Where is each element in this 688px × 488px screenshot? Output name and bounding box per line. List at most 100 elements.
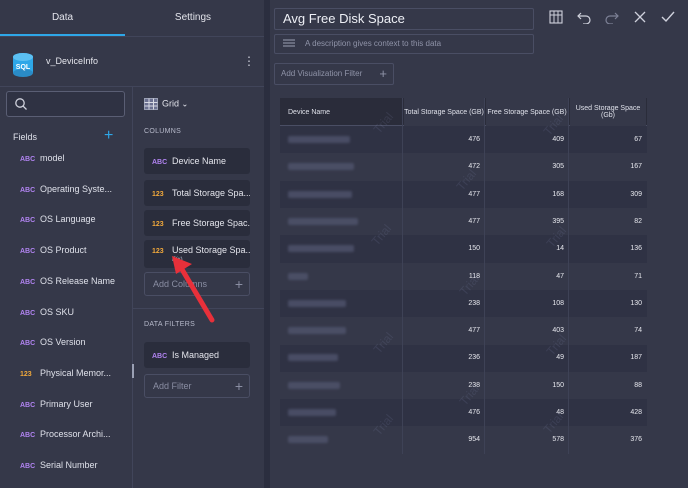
undo-icon[interactable]: [577, 10, 591, 24]
table-cell: 150: [468, 245, 480, 253]
table-cell: 71: [634, 272, 642, 280]
tab-data[interactable]: Data: [0, 0, 125, 36]
field-name: Primary User: [40, 398, 93, 409]
table-row[interactable]: 238 150 88: [280, 371, 647, 400]
text-lines-icon: [283, 39, 295, 47]
table-row[interactable]: 472 305 167: [280, 153, 647, 181]
table-row[interactable]: 118 47 71: [280, 262, 647, 290]
grid-icon: [144, 98, 158, 110]
table-cell: 395: [552, 217, 564, 225]
tab-settings[interactable]: Settings: [125, 0, 261, 36]
table-row[interactable]: 150 14 136: [280, 235, 647, 263]
field-item[interactable]: ABC Serial Number: [20, 460, 128, 480]
table-cell: 409: [552, 136, 564, 143]
field-item[interactable]: ABC OS SKU: [20, 307, 128, 327]
table-row[interactable]: 477 403 74: [280, 317, 647, 345]
description-input[interactable]: A description gives context to this data: [274, 34, 534, 54]
text-type-icon: ABC: [152, 353, 168, 360]
text-type-icon: ABC: [20, 340, 36, 348]
visualization-type-selector[interactable]: Grid ⌄: [144, 98, 188, 110]
columns-heading: COLUMNS: [144, 128, 182, 135]
redacted-device-name: [288, 136, 350, 143]
table-cell: 403: [552, 327, 564, 335]
table-view-icon[interactable]: [549, 10, 563, 24]
field-item[interactable]: ABC model: [20, 153, 128, 173]
plus-icon: +: [234, 276, 243, 292]
field-item[interactable]: ABC Processor Archi...: [20, 429, 128, 449]
text-type-icon: ABC: [20, 186, 36, 194]
field-item[interactable]: ABC Operating Syste...: [20, 184, 128, 204]
table-cell: 168: [552, 190, 564, 198]
table-cell: 82: [634, 217, 642, 225]
table-cell: 476: [468, 409, 480, 416]
text-type-icon: ABC: [20, 217, 36, 225]
table-cell: 130: [630, 299, 642, 307]
confirm-check-icon[interactable]: [661, 10, 675, 24]
column-name: Free Storage Spac...: [172, 218, 250, 228]
table-row[interactable]: 476 409 67: [280, 126, 647, 154]
fields-scrollbar[interactable]: [132, 364, 134, 378]
field-item[interactable]: ABC OS Version: [20, 337, 128, 357]
table-cell: 477: [468, 327, 480, 335]
column-header-total-storage[interactable]: Total Storage Space (GB): [404, 98, 484, 126]
add-visualization-filter-button[interactable]: Add Visualization Filter +: [274, 63, 394, 85]
table-cell: 477: [468, 190, 480, 198]
field-name: model: [40, 153, 65, 163]
table-row[interactable]: 238 108 130: [280, 290, 647, 318]
annotation-arrow: [172, 256, 215, 323]
table-row[interactable]: 954 578 376: [280, 426, 647, 454]
table-cell: 48: [556, 409, 564, 416]
column-pill-main: 123 Used Storage Spa...: [152, 245, 250, 255]
field-item[interactable]: 123 Physical Memor...: [20, 368, 128, 388]
field-search-input[interactable]: [6, 91, 125, 117]
table-cell: 578: [552, 436, 564, 444]
column-pill[interactable]: ABC Device Name: [144, 148, 250, 174]
field-item[interactable]: ABC OS Release Name: [20, 276, 128, 296]
add-filter-label: Add Filter: [153, 381, 192, 391]
field-name: Operating Syste...: [40, 183, 113, 194]
plus-icon: +: [379, 66, 387, 81]
left-panel: Data Settings SQL v_DeviceInfo ⋮ Fields …: [0, 0, 264, 488]
column-pill[interactable]: 123 Total Storage Spa...: [144, 180, 250, 206]
column-pill[interactable]: 123 Free Storage Spac...: [144, 210, 250, 236]
field-item[interactable]: ABC OS Language: [20, 214, 128, 234]
add-field-button[interactable]: +: [104, 128, 113, 144]
redacted-device-name: [288, 272, 308, 280]
field-name: OS Language: [40, 214, 96, 225]
table-cell: 167: [630, 163, 642, 171]
text-type-icon: ABC: [20, 463, 36, 470]
visualization-title-input[interactable]: Avg Free Disk Space: [274, 8, 534, 30]
filter-pill[interactable]: ABC Is Managed: [144, 342, 250, 368]
redacted-device-name: [288, 299, 346, 307]
text-type-icon: ABC: [20, 401, 36, 409]
add-filter-button[interactable]: Add Filter +: [144, 374, 250, 398]
table-cell: 74: [634, 327, 642, 335]
field-name: OS Release Name: [40, 275, 116, 286]
more-options-icon[interactable]: ⋮: [243, 54, 255, 68]
table-row[interactable]: 236 49 187: [280, 344, 647, 372]
column-header-free-storage[interactable]: Free Storage Space (GB): [486, 98, 568, 126]
field-item[interactable]: ABC OS Product: [20, 245, 128, 265]
number-type-icon: 123: [152, 191, 164, 198]
field-item[interactable]: ABC Primary User: [20, 399, 128, 419]
visualization-type-label: Grid: [162, 98, 180, 109]
column-header-used-storage[interactable]: Used Storage Space (Gb): [570, 98, 646, 126]
text-type-icon: ABC: [152, 159, 168, 166]
table-row[interactable]: 476 48 428: [280, 399, 647, 427]
column-header-device-name[interactable]: Device Name: [288, 98, 398, 126]
table-cell: 472: [468, 163, 480, 171]
table-cell: 67: [634, 136, 642, 143]
table-row[interactable]: 477 395 82: [280, 207, 647, 236]
redacted-device-name: [288, 354, 338, 362]
table-cell: 376: [630, 436, 642, 444]
datasource-row[interactable]: SQL v_DeviceInfo ⋮: [0, 44, 264, 78]
table-row[interactable]: 477 168 309: [280, 181, 647, 209]
close-icon[interactable]: [633, 10, 647, 24]
table-cell: 238: [468, 299, 480, 307]
column-name: Device Name: [172, 156, 227, 166]
number-type-icon: 123: [20, 370, 32, 378]
table-cell: 14: [556, 245, 564, 253]
table-cell: 49: [556, 354, 564, 362]
divider: [0, 36, 264, 37]
redo-icon[interactable]: [605, 10, 619, 24]
